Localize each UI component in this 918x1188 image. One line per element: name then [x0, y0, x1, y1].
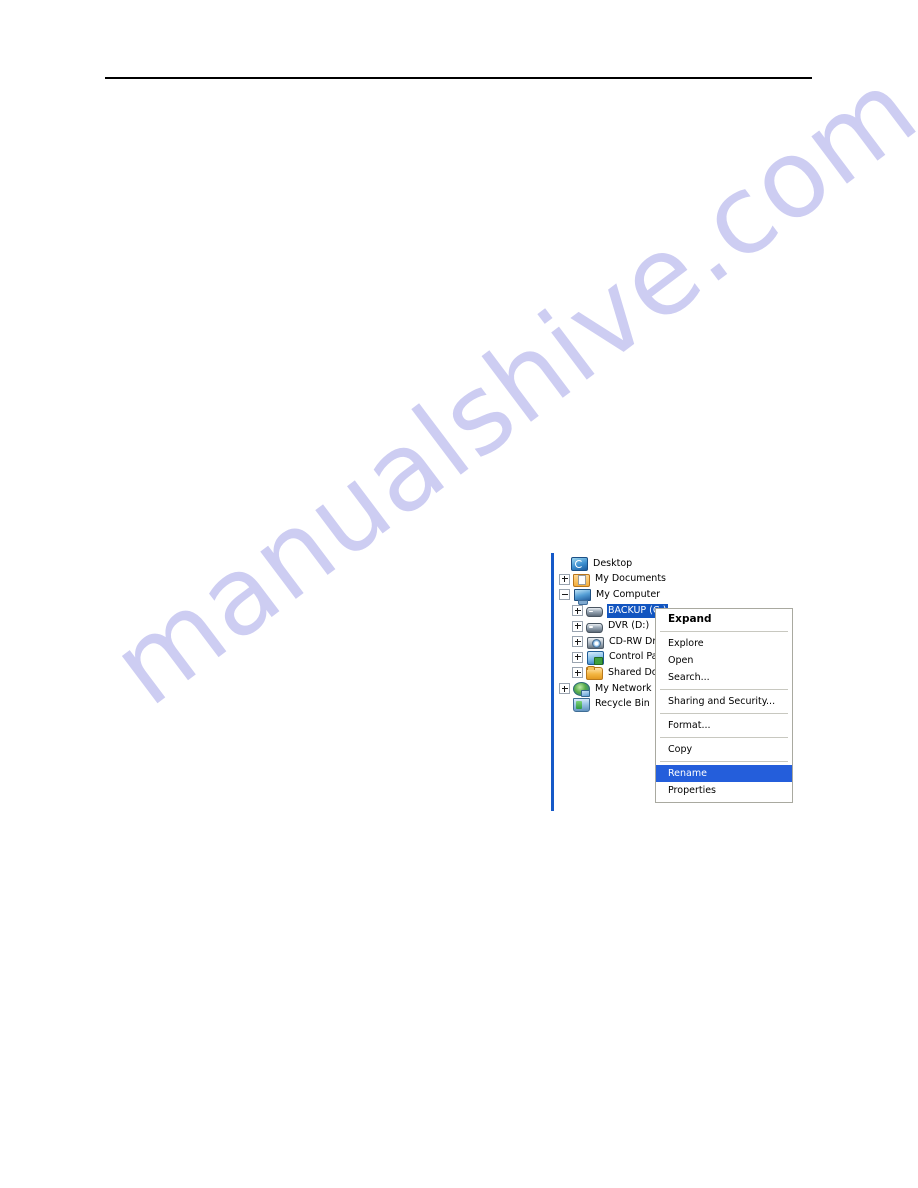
context-menu-item[interactable]: Copy	[656, 741, 792, 758]
expand-toggle-icon[interactable]	[559, 573, 570, 585]
expand-toggle-icon[interactable]	[572, 636, 583, 648]
tree-item-label: Recycle Bin	[595, 698, 650, 710]
documents-folder-icon	[573, 573, 590, 587]
collapse-toggle-icon[interactable]	[559, 589, 570, 601]
tree-item-label: My Computer	[596, 588, 661, 600]
control-panel-icon	[587, 650, 604, 665]
tree-item-label: My Documents	[595, 573, 667, 585]
folder-icon	[586, 666, 603, 681]
tree-item[interactable]: My Computer	[559, 587, 799, 606]
page-header-rule	[105, 77, 812, 79]
expand-toggle-icon[interactable]	[559, 683, 570, 695]
context-menu-separator	[660, 689, 788, 690]
expand-toggle-icon[interactable]	[572, 620, 583, 632]
context-menu-separator	[660, 737, 788, 738]
expand-toggle-icon[interactable]	[572, 651, 583, 663]
context-menu-item[interactable]: Explore	[656, 635, 792, 652]
context-menu-separator	[660, 761, 788, 762]
context-menu-item[interactable]: Rename	[656, 765, 792, 782]
context-menu-item[interactable]: Properties	[656, 782, 792, 799]
network-icon	[573, 682, 590, 698]
recycle-bin-icon	[573, 697, 590, 712]
context-menu-separator	[660, 631, 788, 632]
tree-item-label: DVR (D:)	[608, 620, 650, 632]
expand-toggle-icon[interactable]	[572, 605, 583, 617]
tree-item[interactable]: Desktop	[559, 556, 799, 572]
context-menu-item[interactable]: Search...	[656, 669, 792, 686]
context-menu-item[interactable]: Expand	[656, 611, 792, 628]
context-menu[interactable]: Expand Explore Open Search... Sharing and Se…	[655, 608, 793, 803]
tree-panel-left-border	[551, 553, 554, 811]
cd-rw-drive-icon	[587, 636, 604, 649]
tree-item-label: Desktop	[593, 557, 633, 569]
tree-item[interactable]: My Documents	[559, 572, 799, 588]
context-menu-separator	[660, 713, 788, 714]
computer-icon	[574, 589, 591, 606]
context-menu-item[interactable]: Format...	[656, 717, 792, 734]
context-menu-item[interactable]: Sharing and Security...	[656, 693, 792, 710]
context-menu-item[interactable]: Open	[656, 652, 792, 669]
expand-toggle-icon[interactable]	[572, 667, 583, 679]
desktop-icon	[571, 557, 588, 572]
hard-drive-icon	[586, 607, 603, 618]
hard-drive-icon	[586, 622, 603, 633]
